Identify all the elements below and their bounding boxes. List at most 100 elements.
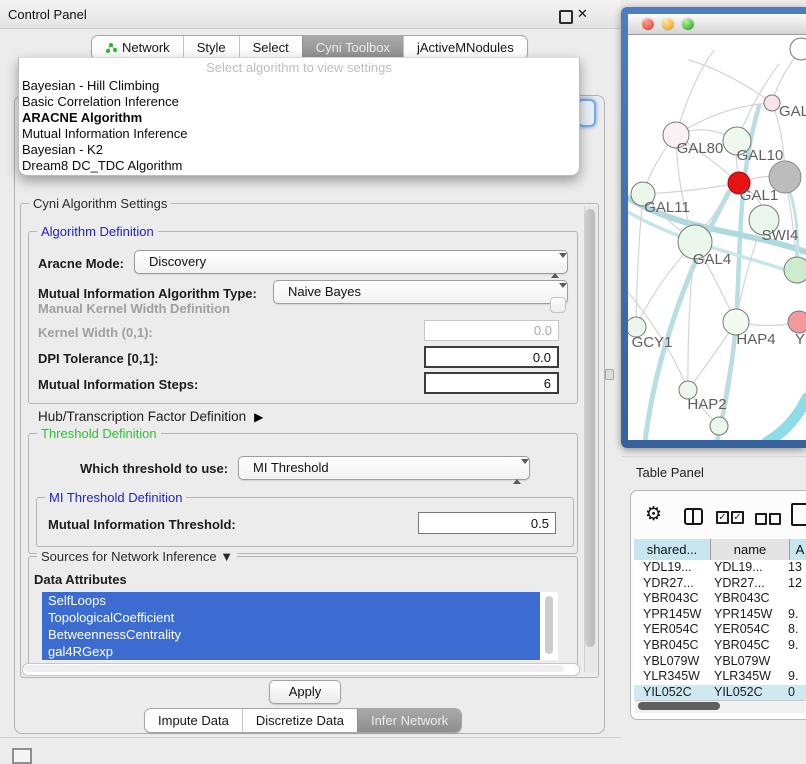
- zoom-traffic-light[interactable]: [682, 18, 694, 30]
- deselect-all-icon[interactable]: [755, 513, 767, 525]
- attribute-item-selected[interactable]: TopologicalCoefficient: [42, 609, 540, 626]
- table-cell[interactable]: YBL079W: [710, 654, 788, 670]
- expand-arrow-icon[interactable]: ▶: [254, 410, 263, 424]
- deselect-all-icon[interactable]: [769, 513, 781, 525]
- table-cell[interactable]: YIL052C: [634, 685, 710, 700]
- panel-splitter-handle[interactable]: [605, 369, 614, 380]
- column-header-shared-name[interactable]: shared...: [634, 539, 711, 560]
- table-cell[interactable]: 0: [788, 685, 806, 700]
- table-cell[interactable]: [788, 591, 806, 607]
- algorithm-option[interactable]: Basic Correlation Inference: [19, 94, 579, 110]
- tab-network-label: Network: [122, 36, 170, 59]
- table-row[interactable]: YIL052CYIL052C0: [634, 685, 806, 700]
- aracne-mode-select[interactable]: Discovery: [134, 250, 568, 274]
- algorithm-option[interactable]: Mutual Information Inference: [19, 126, 579, 142]
- network-node[interactable]: [784, 257, 806, 283]
- table-cell[interactable]: 13: [788, 560, 806, 576]
- settings-horizontal-scrollbar-thumb[interactable]: [24, 665, 564, 672]
- tab-impute-data[interactable]: Impute Data: [145, 709, 242, 732]
- algorithm-option[interactable]: Dream8 DC_TDC Algorithm: [19, 158, 579, 174]
- tab-cyni-toolbox[interactable]: Cyni Toolbox: [302, 36, 403, 59]
- tab-discretize-data[interactable]: Discretize Data: [242, 709, 357, 732]
- columns-icon[interactable]: [684, 508, 703, 525]
- table-cell[interactable]: 9.: [788, 638, 806, 654]
- algorithm-option[interactable]: Bayesian - Hill Climbing: [19, 78, 579, 94]
- network-node[interactable]: [788, 311, 806, 333]
- sources-title-text: Sources for Network Inference: [41, 549, 217, 564]
- table-row[interactable]: YBL079WYBL079W: [634, 654, 806, 670]
- network-graph[interactable]: GALGAL80GAL10GAL1SWI4GAL11GAL4GCY1HAP4YH…: [628, 35, 806, 440]
- table-cell[interactable]: YBR045C: [634, 638, 710, 654]
- select-all-icon[interactable]: ✓: [716, 511, 729, 524]
- tab-infer-network[interactable]: Infer Network: [357, 709, 461, 732]
- table-cell[interactable]: YIL052C: [710, 685, 788, 700]
- table-cell[interactable]: YBL079W: [634, 654, 710, 670]
- table-cell[interactable]: YPR145W: [634, 607, 710, 623]
- table-horizontal-scrollbar-thumb[interactable]: [638, 702, 720, 710]
- table-cell[interactable]: YPR145W: [710, 607, 788, 623]
- table-cell[interactable]: YBR043C: [634, 591, 710, 607]
- tab-style[interactable]: Style: [183, 36, 239, 59]
- table-row[interactable]: YBR045CYBR045C9.: [634, 638, 806, 654]
- tab-network[interactable]: Network: [92, 36, 183, 59]
- manual-kernel-width-checkbox[interactable]: [550, 297, 566, 313]
- mi-steps-input[interactable]: [424, 372, 559, 394]
- table-cell[interactable]: YBR043C: [710, 591, 788, 607]
- hub-definition-toggle[interactable]: Hub/Transcription Factor Definition▶: [38, 409, 263, 424]
- table-row[interactable]: YLR345WYLR345W9.: [634, 669, 806, 685]
- tab-select[interactable]: Select: [239, 36, 302, 59]
- table-cell[interactable]: 8.: [788, 622, 806, 638]
- table-cell[interactable]: YLR345W: [710, 669, 788, 685]
- network-window-titlebar[interactable]: [628, 14, 806, 35]
- attribute-item-selected[interactable]: BetweennessCentrality: [42, 626, 540, 643]
- sources-group-title: Sources for Network Inference ▼: [37, 549, 237, 564]
- table-cell[interactable]: 12: [788, 576, 806, 592]
- table-cell[interactable]: YBR045C: [710, 638, 788, 654]
- mi-threshold-input[interactable]: [418, 512, 556, 534]
- table-row[interactable]: YDR27...YDR27...12: [634, 576, 806, 592]
- network-node[interactable]: [790, 38, 806, 60]
- column-header-name[interactable]: name: [711, 539, 790, 560]
- algorithm-option[interactable]: ARACNE Algorithm: [19, 110, 579, 126]
- close-icon[interactable]: ✕: [577, 6, 588, 22]
- table-cell[interactable]: 9.: [788, 669, 806, 685]
- table-cell[interactable]: YDR27...: [710, 576, 788, 592]
- table-row[interactable]: YPR145WYPR145W9.: [634, 607, 806, 623]
- collapse-arrow-icon[interactable]: ▼: [220, 549, 233, 564]
- attribute-item-selected[interactable]: SelfLoops: [42, 592, 540, 609]
- kernel-width-input[interactable]: [424, 320, 559, 341]
- table-cell[interactable]: 9.: [788, 607, 806, 623]
- network-node[interactable]: [769, 161, 801, 193]
- settings-vertical-scrollbar-thumb[interactable]: [585, 209, 595, 647]
- table-row[interactable]: YER054CYER054C8.: [634, 622, 806, 638]
- which-threshold-select[interactable]: MI Threshold: [238, 456, 530, 480]
- table-cell[interactable]: YLR345W: [634, 669, 710, 685]
- network-node-label: Y: [795, 331, 805, 348]
- data-attributes-list[interactable]: SelfLoopsTopologicalCoefficientBetweenne…: [42, 592, 558, 660]
- table-cell[interactable]: YER054C: [634, 622, 710, 638]
- network-node[interactable]: [710, 417, 728, 435]
- apply-button[interactable]: Apply: [269, 680, 341, 704]
- table-cell[interactable]: YDL19...: [634, 560, 710, 576]
- table-cell[interactable]: YER054C: [710, 622, 788, 638]
- table-cell[interactable]: [788, 654, 806, 670]
- network-view[interactable]: GALGAL80GAL10GAL1SWI4GAL11GAL4GCY1HAP4YH…: [628, 35, 806, 440]
- dpi-tolerance-input[interactable]: [424, 346, 559, 368]
- mi-algorithm-type-select[interactable]: Naive Bayes: [273, 280, 568, 304]
- table-cell[interactable]: YDR27...: [634, 576, 710, 592]
- close-traffic-light[interactable]: [642, 18, 654, 30]
- column-header-partial[interactable]: A: [790, 539, 806, 560]
- table-row[interactable]: YBR043CYBR043C: [634, 591, 806, 607]
- algorithm-option[interactable]: Bayesian - K2: [19, 142, 579, 158]
- table-options-icon[interactable]: [791, 503, 806, 526]
- table-row[interactable]: YDL19...YDL19...13: [634, 560, 806, 576]
- select-all-icon[interactable]: ✓: [731, 511, 744, 524]
- table-cell[interactable]: YDL19...: [710, 560, 788, 576]
- tab-jactivemnodules[interactable]: jActiveMNodules: [403, 36, 527, 59]
- attribute-item-selected[interactable]: gal4RGexp: [42, 643, 540, 660]
- attributes-scrollbar-thumb[interactable]: [545, 596, 553, 654]
- minimize-traffic-light[interactable]: [662, 18, 674, 30]
- network-node[interactable]: [764, 95, 780, 111]
- gear-icon[interactable]: ⚙: [645, 503, 662, 526]
- float-window-icon[interactable]: [559, 10, 573, 24]
